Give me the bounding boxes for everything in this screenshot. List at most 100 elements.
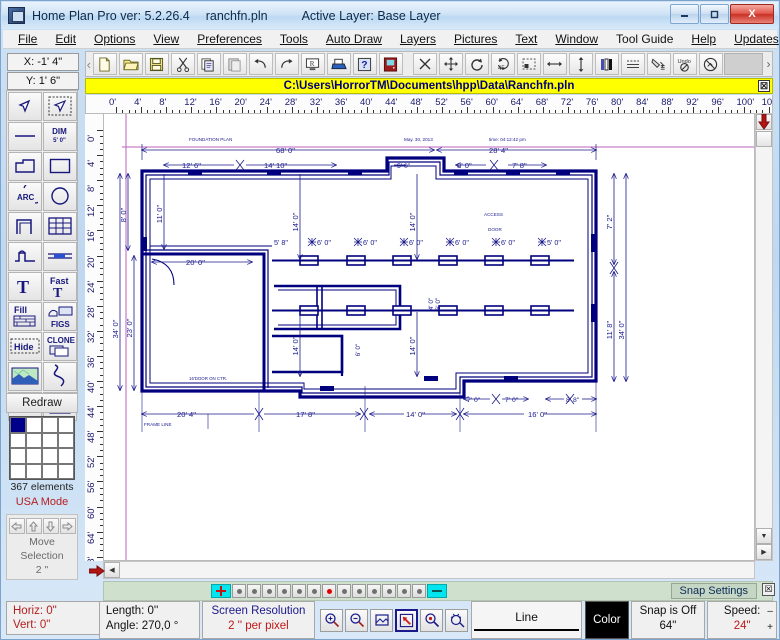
scroll-right-marker-icon[interactable]: [88, 565, 105, 577]
zoom-bar-close-icon[interactable]: ☒: [762, 583, 775, 596]
color-button[interactable]: Color: [585, 601, 629, 639]
zoom-step-dot[interactable]: [307, 584, 321, 598]
help-button[interactable]: ?: [352, 53, 377, 75]
fast-text-tool[interactable]: Fast T: [42, 271, 77, 301]
dimension-tool[interactable]: DIM 5' 0": [42, 121, 77, 151]
minimize-button[interactable]: [670, 4, 699, 24]
curve-tool[interactable]: [42, 361, 77, 391]
maximize-button[interactable]: [700, 4, 729, 24]
wall-pattern-button[interactable]: [594, 53, 619, 75]
menu-view[interactable]: View: [144, 31, 188, 47]
open-folder-button[interactable]: [118, 53, 143, 75]
menu-tools[interactable]: Tools: [271, 31, 317, 47]
menu-edit[interactable]: Edit: [46, 31, 85, 47]
move-up-button[interactable]: [25, 518, 42, 534]
copy-button[interactable]: [196, 53, 221, 75]
menu-layers[interactable]: Layers: [391, 31, 445, 47]
move-button[interactable]: [438, 53, 463, 75]
color-swatch-grid[interactable]: [9, 416, 75, 480]
circle-tool[interactable]: [42, 181, 77, 211]
delete-button[interactable]: [412, 53, 437, 75]
line-style-button[interactable]: [620, 53, 645, 75]
rectangle-tool[interactable]: [42, 151, 77, 181]
menu-help[interactable]: Help: [682, 31, 725, 47]
horizontal-scrollbar[interactable]: ◀: [103, 561, 755, 579]
text-tool[interactable]: T: [7, 271, 42, 301]
zoom-step-dot[interactable]: [412, 584, 426, 598]
zoom-pan-button[interactable]: [445, 608, 469, 632]
toolbar-grip-right[interactable]: ›: [765, 57, 772, 71]
window-grid-tool[interactable]: [42, 211, 77, 241]
vertical-ruler[interactable]: 0' 4' 8' 12' 16' 20' 24' 28' 32' 36' 40' 44' 48' 52' 5…: [85, 113, 103, 561]
arc-tool[interactable]: ARC: [7, 181, 42, 211]
swatch[interactable]: [10, 463, 26, 479]
swatch-selected[interactable]: [10, 417, 26, 433]
zoom-step-dot[interactable]: [277, 584, 291, 598]
swatch[interactable]: [10, 432, 26, 448]
swatch[interactable]: [42, 463, 58, 479]
beam-tool[interactable]: [42, 241, 77, 271]
swatch[interactable]: [26, 448, 42, 464]
speed-minus-button[interactable]: –: [767, 604, 773, 620]
save-button[interactable]: [144, 53, 169, 75]
zoom-step-dot[interactable]: [382, 584, 396, 598]
zoom-step-dot[interactable]: [397, 584, 411, 598]
zoom-step-minus-button[interactable]: [427, 584, 447, 598]
figures-tool[interactable]: FIGS: [42, 301, 77, 331]
rotate-button[interactable]: [464, 53, 489, 75]
select-arrow-tool[interactable]: [7, 91, 42, 121]
swatch[interactable]: [58, 448, 74, 464]
line-tool[interactable]: [7, 121, 42, 151]
menu-window[interactable]: Window: [546, 31, 607, 47]
zoom-step-dot[interactable]: [262, 584, 276, 598]
speed-stepper[interactable]: – +: [767, 604, 773, 636]
menu-options[interactable]: Options: [85, 31, 144, 47]
swatch[interactable]: [10, 448, 26, 464]
vertical-scroll-thumb[interactable]: [756, 131, 772, 147]
fill-bucket-button[interactable]: [646, 53, 671, 75]
zoom-step-dot[interactable]: [337, 584, 351, 598]
menu-tool-guide[interactable]: Tool Guide: [607, 31, 682, 47]
scroll-down-marker-icon[interactable]: [758, 113, 770, 130]
line-style-panel[interactable]: Line: [471, 601, 583, 639]
zoom-step-dot[interactable]: [232, 584, 246, 598]
undo-zero-button[interactable]: Undo: [672, 53, 697, 75]
swatch[interactable]: [42, 448, 58, 464]
zoom-in-button[interactable]: [320, 608, 344, 632]
wall-tool[interactable]: [7, 211, 42, 241]
scroll-page-button[interactable]: ▶: [756, 544, 772, 560]
swatch[interactable]: [58, 417, 74, 433]
paste-button[interactable]: [222, 53, 247, 75]
picture-tool[interactable]: [7, 361, 42, 391]
zoom-step-dot[interactable]: [247, 584, 261, 598]
menu-pictures[interactable]: Pictures: [445, 31, 506, 47]
drawing-canvas[interactable]: FOUNDATION PLAN May. 30, 2013 time: 04:1…: [103, 113, 755, 561]
swatch[interactable]: [42, 417, 58, 433]
speed-panel[interactable]: Speed: 24" – +: [707, 601, 778, 639]
swatch[interactable]: [58, 432, 74, 448]
select-area-arrow-tool[interactable]: [42, 91, 77, 121]
zoom-fit-button[interactable]: [370, 608, 394, 632]
zoom-area-button[interactable]: [420, 608, 444, 632]
new-file-button[interactable]: [92, 53, 117, 75]
swatch[interactable]: [42, 432, 58, 448]
rotate-45-button[interactable]: 45: [490, 53, 515, 75]
no-entry-button[interactable]: [698, 53, 723, 75]
zoom-select-button[interactable]: [395, 608, 419, 632]
menu-auto-draw[interactable]: Auto Draw: [317, 31, 391, 47]
menu-file[interactable]: File: [9, 31, 46, 47]
move-left-button[interactable]: [8, 518, 25, 534]
move-down-button[interactable]: [42, 518, 59, 534]
undo-button[interactable]: [248, 53, 273, 75]
swatch[interactable]: [26, 417, 42, 433]
zoom-step-dot-active[interactable]: [322, 584, 336, 598]
fill-tool[interactable]: Fill: [7, 301, 42, 331]
zoom-step-dot[interactable]: [367, 584, 381, 598]
snap-status-panel[interactable]: Snap is Off 64": [630, 601, 706, 639]
stairs-tool[interactable]: [7, 241, 42, 271]
hide-tool[interactable]: Hide: [7, 331, 42, 361]
redo-button[interactable]: [274, 53, 299, 75]
swatch[interactable]: [26, 432, 42, 448]
close-button[interactable]: X: [730, 4, 774, 24]
scroll-down-button[interactable]: ▼: [756, 528, 772, 544]
